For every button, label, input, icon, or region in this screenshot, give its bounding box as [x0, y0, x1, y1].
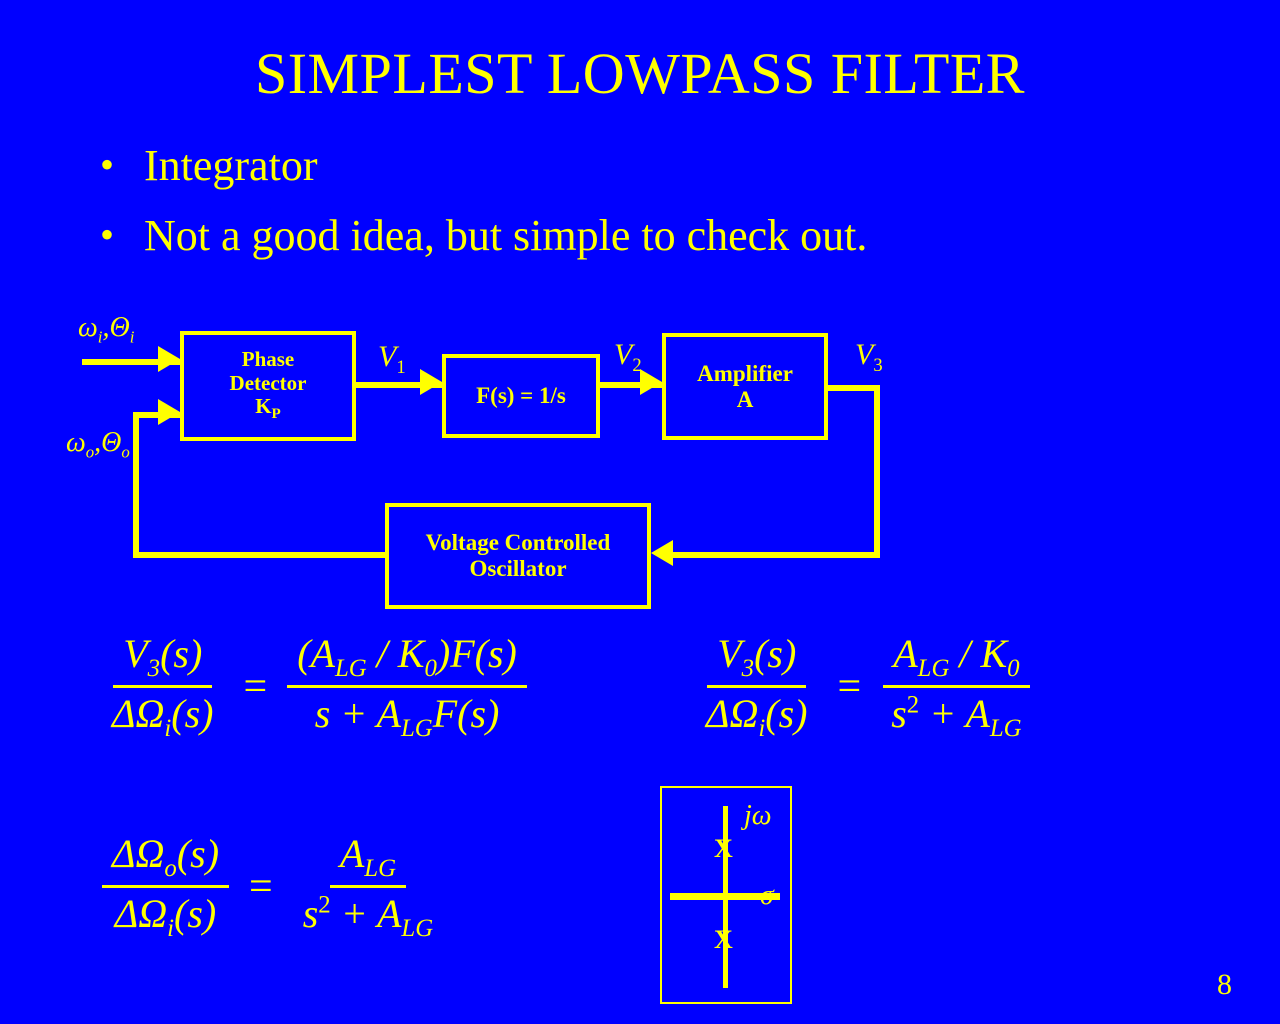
input-label-reference: ωi,Θi [78, 312, 134, 348]
block-voltage-controlled-oscillator[interactable]: Voltage Controlled Oscillator [385, 503, 651, 609]
pole-marker-upper-icon: X [714, 834, 733, 863]
fraction-lhs: ΔΩo(s) ΔΩi(s) [102, 828, 230, 945]
fraction-denominator: ΔΩi(s) [706, 691, 808, 742]
fraction-rhs: ALG / K0 s2 + ALG [881, 628, 1031, 745]
connector-vco-output-vertical [133, 412, 139, 558]
block-loop-filter[interactable]: F(s) = 1/s [442, 354, 600, 438]
theta-subscript: o [121, 442, 130, 462]
fraction-rhs: ALG s2 + ALG [293, 828, 443, 945]
omega-symbol: ω [66, 427, 86, 458]
block-label-gain: KP [255, 394, 281, 423]
fraction-denominator: ΔΩi(s) [114, 891, 217, 942]
fraction-denominator: s + ALGF(s) [314, 691, 500, 742]
fraction-numerator: V3(s) [707, 628, 807, 688]
fraction-lhs: V3(s) ΔΩi(s) [696, 628, 818, 745]
real-axis-label: σ [760, 880, 774, 911]
block-label-line: Amplifier [697, 360, 793, 386]
fraction-numerator: (ALG / K0)F(s) [287, 628, 527, 688]
fraction-denominator: ΔΩi(s) [112, 691, 214, 742]
block-label-line: Oscillator [469, 556, 567, 581]
theta-subscript: i [129, 327, 135, 347]
arrowhead-feedback-input-icon [158, 399, 180, 425]
fraction-rhs: (ALG / K0)F(s) s + ALGF(s) [287, 628, 527, 745]
equals-sign: = [243, 663, 268, 710]
block-label-line: Detector [229, 370, 307, 395]
arrowhead-v1-icon [420, 369, 442, 395]
fraction-denominator: s2 + ALG [891, 691, 1022, 742]
block-label-line: Voltage Controlled [425, 530, 611, 556]
signal-label-v2: V2 [614, 338, 642, 376]
omega-subscript: o [85, 442, 95, 462]
theta-symbol: Θ [109, 312, 130, 343]
fraction-numerator: ALG [329, 828, 406, 888]
page-number: 8 [1217, 968, 1232, 1001]
pole-marker-lower-icon: X [714, 925, 733, 954]
equals-sign: = [249, 863, 273, 910]
connector-vco-output-horizontal [133, 552, 387, 558]
gain-subscript: P [271, 406, 281, 423]
equation-v3-over-delta-omega-integrator: V3(s) ΔΩi(s) = ALG / K0 s2 + ALG [690, 628, 1038, 745]
arrowhead-reference-input-icon [158, 346, 180, 372]
block-phase-detector[interactable]: Phase Detector KP [180, 331, 356, 441]
block-amplifier[interactable]: Amplifier A [662, 333, 828, 440]
connector-v3-into-vco [672, 552, 880, 558]
fraction-numerator: ΔΩo(s) [102, 828, 230, 888]
signal-label-v3: V3 [855, 338, 883, 376]
fraction-numerator: V3(s) [113, 628, 213, 688]
equation-v3-over-delta-omega-general: V3(s) ΔΩi(s) = (ALG / K0)F(s) s + ALGF(s… [96, 628, 533, 745]
arrowhead-vco-input-icon [651, 540, 673, 566]
slide-canvas: SIMPLEST LOWPASS FILTER • Integrator • N… [0, 0, 1280, 1024]
fraction-denominator: s2 + ALG [302, 891, 434, 942]
block-label-line: F(s) = 1/s [476, 383, 566, 409]
equals-sign: = [837, 663, 862, 710]
signal-label-v1: V1 [378, 340, 406, 378]
block-label-line: Phase [241, 347, 295, 372]
fraction-numerator: ALG / K0 [883, 628, 1030, 688]
theta-symbol: Θ [101, 427, 122, 458]
connector-v3-from-amp [828, 385, 880, 391]
s-plane-pole-zero-plot: jω σ X X [660, 786, 792, 1004]
omega-symbol: ω [78, 312, 98, 343]
connector-v3-vertical [874, 385, 880, 558]
fraction-lhs: V3(s) ΔΩi(s) [102, 628, 224, 745]
imaginary-axis-label: jω [744, 800, 772, 831]
equation-delta-omega-out-over-in: ΔΩo(s) ΔΩi(s) = ALG s2 + ALG [96, 828, 449, 945]
input-label-feedback: ωo,Θo [66, 427, 130, 463]
arrowhead-v2-icon [640, 369, 662, 395]
block-label-line: A [736, 386, 754, 412]
